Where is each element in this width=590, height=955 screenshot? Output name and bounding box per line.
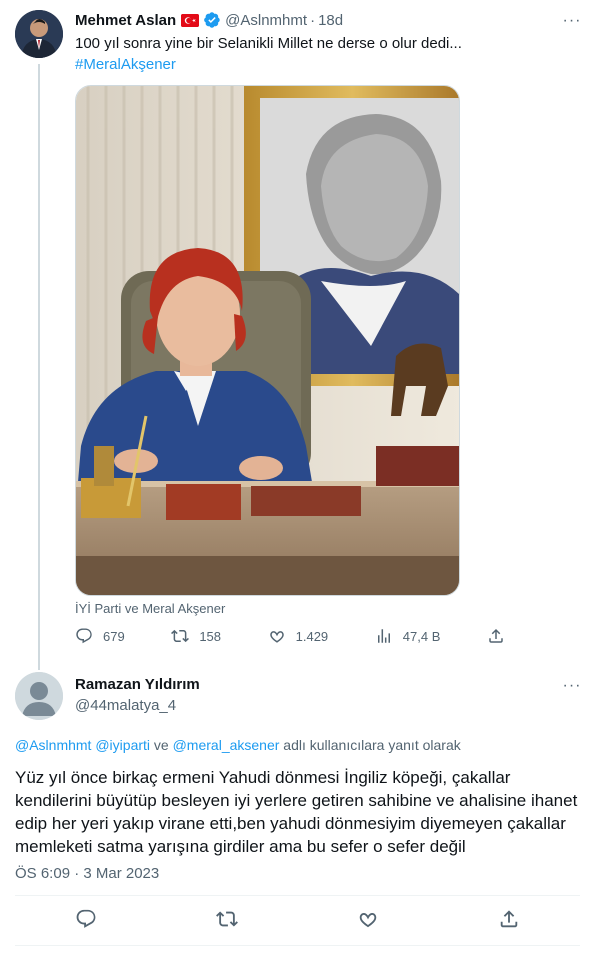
like-count: 1.429 bbox=[295, 628, 329, 644]
media-caption[interactable]: İYİ Parti ve Meral Akşener bbox=[75, 601, 225, 616]
reply-icon bbox=[76, 909, 96, 928]
like-button[interactable]: 1.429 bbox=[268, 627, 329, 645]
divider bbox=[15, 895, 580, 896]
reply-count: 679 bbox=[103, 628, 125, 644]
turkey-flag-icon bbox=[181, 13, 200, 27]
views-chart-icon bbox=[377, 629, 390, 643]
tweet-action-bar: 679 158 1.429 47,4 B bbox=[75, 627, 505, 645]
reply-more-options-button[interactable]: ··· bbox=[560, 676, 584, 696]
reply-author-avatar[interactable] bbox=[15, 672, 63, 720]
share-icon bbox=[501, 910, 518, 928]
verified-badge-icon bbox=[203, 11, 221, 29]
more-options-button[interactable]: ··· bbox=[560, 11, 584, 31]
reply-tweet-text: Yüz yıl önce birkaç ermeni Yahudi dönmes… bbox=[15, 768, 578, 856]
retweet-icon bbox=[215, 911, 238, 927]
author-avatar[interactable] bbox=[15, 10, 63, 58]
retweet-icon bbox=[171, 629, 190, 643]
retweet-count: 158 bbox=[199, 628, 222, 644]
views-button[interactable]: 47,4 B bbox=[375, 627, 441, 645]
share-button[interactable] bbox=[498, 908, 520, 930]
like-button[interactable] bbox=[357, 908, 379, 930]
tweet-text: 100 yıl sonra yine bir Selanikli Millet … bbox=[75, 33, 565, 75]
reply-author-name[interactable]: Ramazan Yıldırım bbox=[75, 676, 200, 693]
tweet-body: 100 yıl sonra yine bir Selanikli Millet … bbox=[75, 35, 462, 52]
heart-icon bbox=[269, 631, 284, 643]
thread-connector-line bbox=[38, 64, 40, 670]
mention-link[interactable]: @iyiparti bbox=[95, 737, 150, 753]
retweet-button[interactable]: 158 bbox=[171, 627, 221, 645]
divider bbox=[15, 945, 580, 946]
tweet-media-image[interactable] bbox=[75, 85, 460, 596]
tweet-time[interactable]: 18d bbox=[318, 12, 343, 29]
heart-icon bbox=[359, 913, 377, 928]
reply-icon bbox=[76, 628, 92, 644]
replying-to-line: @Aslnmhmt @iyiparti ve @meral_aksener ad… bbox=[15, 737, 461, 753]
hashtag-link[interactable]: #MeralAkşener bbox=[75, 54, 565, 75]
reply-action-bar bbox=[15, 908, 580, 930]
replying-to-connector: ve bbox=[153, 737, 169, 753]
reply-button[interactable]: 679 bbox=[75, 627, 125, 645]
author-handle[interactable]: @Aslnmhmt bbox=[225, 12, 307, 29]
mention-link[interactable]: @meral_aksener bbox=[173, 737, 280, 753]
replying-to-suffix: adlı kullanıcılara yanıt olarak bbox=[283, 737, 461, 753]
author-name[interactable]: Mehmet Aslan bbox=[75, 12, 176, 29]
mention-link[interactable]: @Aslnmhmt bbox=[15, 737, 91, 753]
share-button[interactable] bbox=[487, 627, 505, 645]
retweet-button[interactable] bbox=[215, 908, 238, 930]
tweet-header: Mehmet Aslan @Aslnmhmt · 18d bbox=[75, 11, 343, 29]
reply-button[interactable] bbox=[75, 908, 97, 930]
reply-author-handle[interactable]: @44malatya_4 bbox=[75, 697, 176, 714]
views-count: 47,4 B bbox=[402, 628, 441, 644]
share-icon bbox=[489, 628, 503, 643]
reply-timestamp[interactable]: ÖS 6:09 · 3 Mar 2023 bbox=[15, 865, 159, 882]
separator-dot: · bbox=[310, 11, 316, 29]
